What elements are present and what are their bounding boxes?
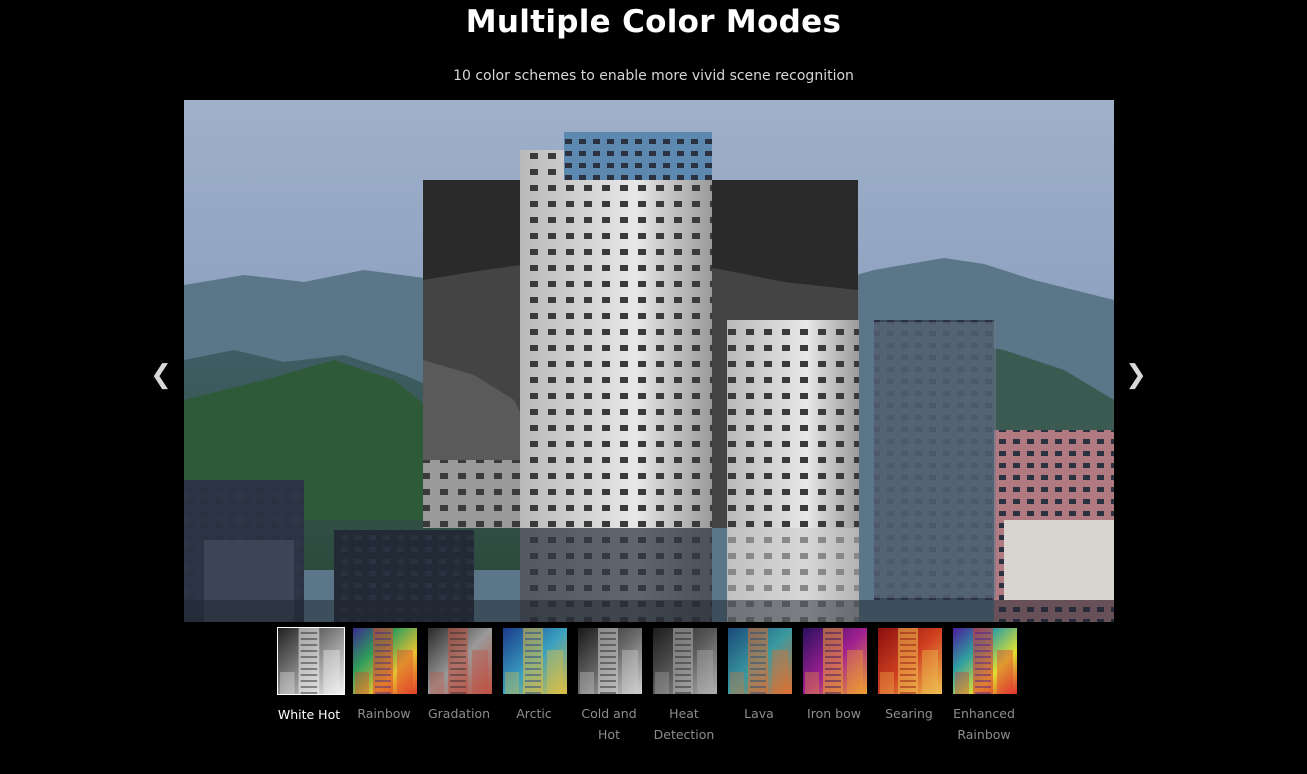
color-mode-label: Arctic — [516, 706, 552, 721]
color-mode-thumbnail[interactable]: Enhanced Rainbow — [952, 628, 1022, 745]
color-mode-label: Gradation — [427, 706, 491, 721]
color-mode-label: Iron bow — [807, 706, 861, 721]
color-mode-label: White Hot — [277, 707, 341, 722]
color-mode-preview-image — [353, 628, 417, 694]
color-mode-thumbnail[interactable]: Arctic — [502, 628, 572, 724]
color-mode-label: Rainbow — [357, 706, 411, 721]
color-mode-preview-image — [503, 628, 567, 694]
color-modes-section: Multiple Color Modes 10 color schemes to… — [0, 0, 1307, 774]
color-mode-thumbnail[interactable]: Cold and Hot — [577, 628, 647, 745]
color-mode-preview-image — [428, 628, 492, 694]
color-mode-label: Lava — [744, 706, 774, 721]
section-title: Multiple Color Modes — [465, 4, 842, 40]
color-mode-thumbnail[interactable]: White Hot — [277, 627, 347, 725]
color-mode-label: Heat Detection — [653, 706, 715, 742]
color-mode-preview-image — [728, 628, 792, 694]
color-mode-preview-image — [277, 627, 345, 695]
color-mode-thumbnail[interactable]: Searing — [877, 628, 947, 724]
prev-slide-button[interactable]: ❮ — [146, 358, 176, 392]
color-mode-thumbnails: White Hot Rainbow Gradation Arctic Cold and … — [277, 627, 1037, 748]
next-slide-button[interactable]: ❯ — [1121, 358, 1151, 392]
color-mode-preview-image — [953, 628, 1017, 694]
color-mode-preview-image — [653, 628, 717, 694]
color-mode-preview-image — [878, 628, 942, 694]
color-mode-label: Searing — [885, 706, 933, 721]
color-mode-preview-image — [803, 628, 867, 694]
color-mode-thumbnail[interactable]: Gradation — [427, 628, 497, 724]
color-mode-thumbnail[interactable]: Heat Detection — [652, 628, 722, 745]
color-mode-thumbnail[interactable]: Iron bow — [802, 628, 872, 724]
city-skyline-scene — [184, 100, 1114, 622]
section-subtitle: 10 color schemes to enable more vivid sc… — [453, 68, 854, 84]
color-mode-label: Enhanced Rainbow — [953, 706, 1015, 742]
color-mode-preview-image — [578, 628, 642, 694]
color-mode-label: Cold and Hot — [581, 706, 637, 742]
thermal-preview-image — [184, 100, 1114, 622]
color-mode-thumbnail[interactable]: Rainbow — [352, 628, 422, 724]
color-mode-thumbnail[interactable]: Lava — [727, 628, 797, 724]
